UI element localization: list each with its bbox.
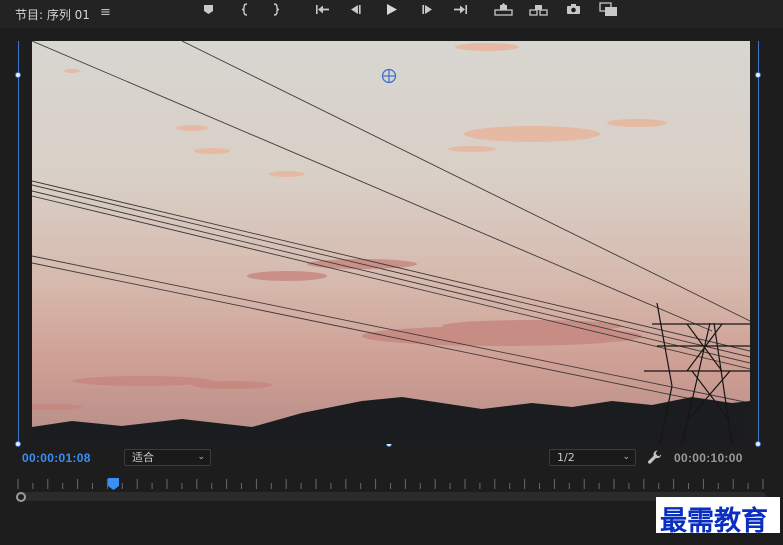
mark-in-icon [241,2,248,16]
guide-line-left [18,41,19,444]
step-back-icon [350,4,361,14]
guide-handle-left-top[interactable] [15,72,21,78]
guide-handle-right-top[interactable] [755,72,761,78]
compare-icon [598,1,617,16]
playback-resolution-select[interactable]: 1/2 ⌄ [549,449,636,466]
guide-line-right [758,41,759,444]
export-frame-button[interactable] [563,0,583,18]
go-to-out-button[interactable] [450,0,470,18]
go-to-out-icon [453,4,467,14]
add-marker-button[interactable] [198,0,218,18]
mark-out-icon [273,2,280,16]
extract-icon [528,4,548,16]
mark-in-button[interactable] [235,0,255,18]
panel-menu-icon[interactable]: ≡ [100,5,111,20]
sunset-video-image [32,41,750,444]
time-ruler[interactable] [16,476,766,490]
chevron-down-icon: ⌄ [622,452,630,462]
step-back-button[interactable] [345,0,365,18]
lift-button[interactable] [493,0,513,18]
video-frame[interactable] [32,41,750,444]
lift-icon [493,2,513,16]
camera-icon [566,4,580,14]
zoom-level-value: 适合 [132,451,154,464]
compare-view-button[interactable] [598,0,618,18]
playback-resolution-value: 1/2 [557,451,575,464]
mark-out-button[interactable] [266,0,286,18]
guide-handle-right-bottom[interactable] [755,441,761,447]
go-to-in-button[interactable] [312,0,332,18]
panel-title[interactable]: 节目: 序列 01 [15,6,90,23]
extract-button[interactable] [528,0,548,18]
play-icon [386,3,397,15]
step-forward-icon [421,4,432,14]
settings-wrench-icon[interactable] [647,449,663,465]
duration-timecode: 00:00:10:00 [674,451,743,465]
step-forward-button[interactable] [417,0,437,18]
chevron-down-icon: ⌄ [197,452,205,462]
zoom-level-select[interactable]: 适合 ⌄ [124,449,211,466]
zoom-scroll-bar[interactable] [16,492,766,501]
play-button[interactable] [381,0,401,18]
zoom-scroll-handle[interactable] [16,492,26,502]
watermark-logo: 最需教育 [656,497,780,537]
guide-handle-left-bottom[interactable] [15,441,21,447]
anchor-point-icon[interactable] [381,68,397,84]
marker-icon [203,4,213,14]
go-to-in-icon [315,4,329,14]
watermark-text: 最需教育 [660,506,768,537]
current-timecode[interactable]: 00:00:01:08 [22,451,91,465]
playhead-marker[interactable] [108,478,119,490]
